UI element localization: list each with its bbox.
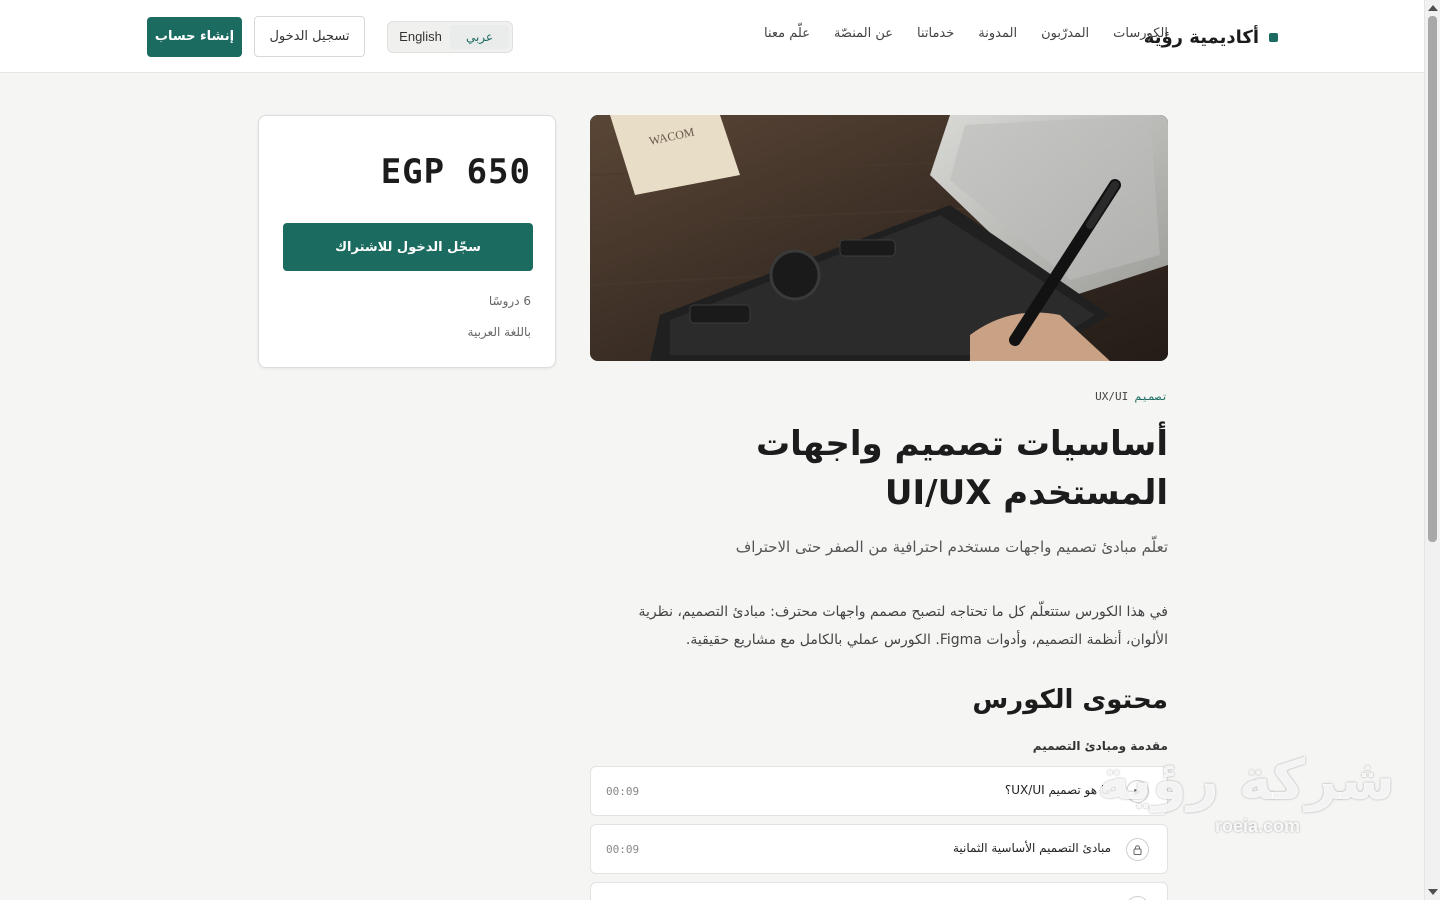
module-title: مقدمة ومبادئ التصميم: [1032, 739, 1168, 753]
course-price: EGP 650: [380, 152, 531, 192]
login-button[interactable]: تسجيل الدخول: [254, 16, 365, 57]
play-icon[interactable]: ▶: [1126, 780, 1149, 803]
lock-glyph: [1133, 844, 1142, 855]
lesson-title: ما هو تصميم UX/UI؟: [1004, 783, 1111, 797]
lesson-row[interactable]: مبادئ التصميم الأساسية الثمانية 00:09: [590, 824, 1168, 874]
main-nav: الكورسات المدرّبون المدونة خدماتنا عن ال…: [764, 26, 1168, 41]
nav-about[interactable]: عن المنصّة: [834, 26, 893, 41]
course-description: في هذا الكورس ستتعلّم كل ما تحتاجه لتصبح…: [638, 604, 1168, 648]
category-name: تصميم: [1134, 390, 1168, 403]
lesson-title: مبادئ التصميم الأساسية الثمانية: [952, 841, 1111, 855]
lesson-row[interactable]: ▶ ما هو تصميم UX/UI؟ 00:09: [590, 766, 1168, 816]
nav-courses[interactable]: الكورسات: [1113, 26, 1168, 41]
course-language: باللغة العربية: [467, 325, 531, 339]
header-actions: إنشاء حساب تسجيل الدخول English عربي: [147, 16, 513, 57]
lesson-duration: 00:09: [606, 843, 640, 856]
brand-dot-icon: [1269, 32, 1278, 42]
subscribe-button[interactable]: سجّل الدخول للاشتراك: [283, 223, 533, 271]
nav-services[interactable]: خدماتنا: [917, 26, 954, 41]
scroll-thumb[interactable]: [1428, 16, 1437, 542]
signup-button[interactable]: إنشاء حساب: [147, 16, 242, 57]
course-subtitle: تعلّم مبادئ تصميم واجهات مستخدم احترافية…: [735, 538, 1168, 556]
nav-instructors[interactable]: المدرّبون: [1041, 26, 1089, 41]
course-hero-image: WACOM: [590, 115, 1168, 361]
page-scrollbar[interactable]: [1424, 0, 1440, 900]
category-label: UX/UI: [1095, 390, 1129, 403]
drawing-tablet-photo: WACOM: [590, 115, 1168, 361]
scroll-down-arrow-icon[interactable]: [1428, 889, 1438, 895]
nav-teach-with-us[interactable]: علّم معنا: [764, 26, 810, 41]
watermark-domain: roeia.com: [1214, 816, 1300, 836]
lessons-count: 6 دروسًا: [488, 294, 531, 308]
lang-arabic-option[interactable]: عربي: [450, 24, 509, 49]
course-category-tag: تصميم UX/UI: [1095, 390, 1168, 403]
scroll-up-arrow-icon[interactable]: [1428, 5, 1438, 11]
lock-icon: [1126, 838, 1149, 861]
lang-english-option[interactable]: English: [391, 24, 450, 49]
lock-icon: [1126, 896, 1149, 900]
lesson-duration: 00:09: [606, 785, 640, 798]
top-header: أكاديمية رؤية الكورسات المدرّبون المدونة…: [0, 0, 1424, 73]
price-card: EGP 650 سجّل الدخول للاشتراك 6 دروسًا با…: [258, 115, 556, 368]
course-title: أساسيات تصميم واجهات المستخدم UI/UX: [755, 424, 1168, 513]
course-content-heading: محتوى الكورس: [972, 685, 1168, 715]
nav-blog[interactable]: المدونة: [978, 26, 1017, 41]
lesson-row[interactable]: [590, 882, 1168, 900]
language-switcher: English عربي: [387, 20, 513, 53]
